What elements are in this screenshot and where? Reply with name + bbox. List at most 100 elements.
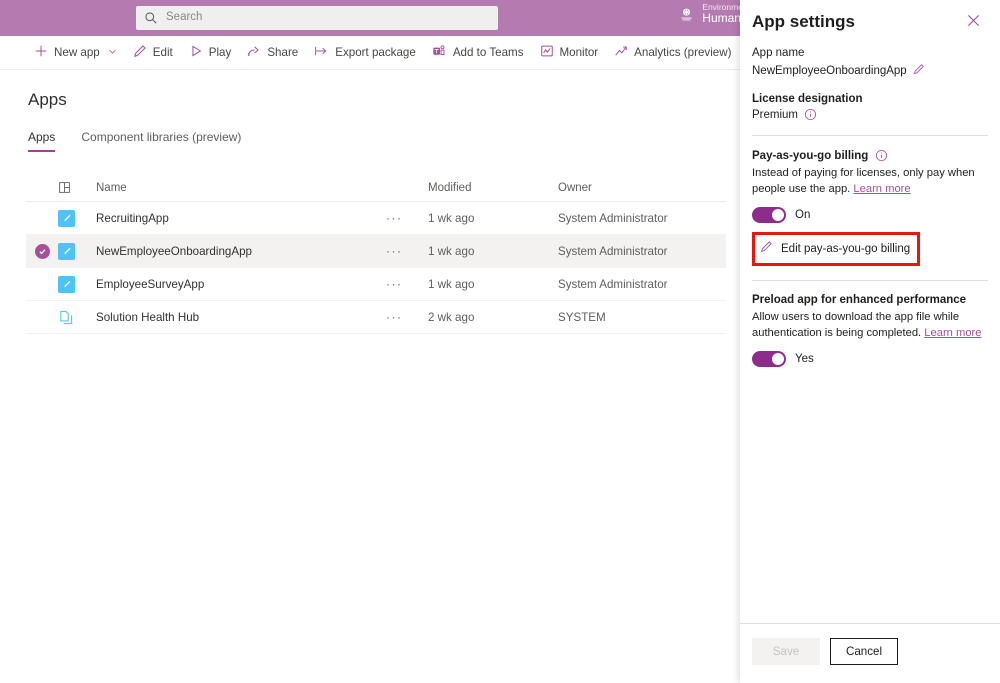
divider: [752, 280, 988, 281]
chevron-down-icon: [108, 46, 117, 59]
search-box[interactable]: Search: [136, 6, 498, 30]
row-owner: SYSTEM: [558, 311, 718, 324]
table-row[interactable]: RecruitingApp ··· 1 wk ago System Admini…: [26, 202, 726, 235]
row-app-name[interactable]: NewEmployeeOnboardingApp: [96, 245, 386, 258]
new-app-button[interactable]: New app: [26, 38, 125, 68]
row-owner: System Administrator: [558, 278, 718, 291]
checkmark-icon: [35, 244, 50, 259]
close-button[interactable]: [962, 12, 984, 34]
license-designation-text: License designation: [752, 93, 863, 105]
info-icon[interactable]: [804, 108, 817, 121]
license-value: Premium: [752, 109, 798, 121]
row-app-icon-cell: [58, 210, 96, 227]
plus-icon: [34, 44, 48, 61]
row-app-icon-cell: [58, 309, 96, 326]
search-icon: [144, 11, 158, 25]
preload-toggle[interactable]: [752, 351, 786, 367]
monitor-button[interactable]: Monitor: [532, 38, 607, 68]
row-more-options-button[interactable]: ···: [386, 310, 428, 324]
row-modified: 1 wk ago: [428, 278, 558, 291]
share-button[interactable]: Share: [239, 38, 306, 68]
row-app-name[interactable]: RecruitingApp: [96, 212, 386, 225]
row-owner: System Administrator: [558, 212, 718, 225]
table-header-row: Name Modified Owner: [26, 174, 726, 202]
license-designation-label: License designation: [752, 93, 988, 105]
table-row[interactable]: NewEmployeeOnboardingApp ··· 1 wk ago Sy…: [26, 235, 726, 268]
environment-icon: [678, 6, 695, 23]
row-more-options-button[interactable]: ···: [386, 211, 428, 225]
share-label: Share: [267, 46, 298, 59]
row-app-name[interactable]: Solution Health Hub: [96, 311, 386, 324]
payg-learn-more-link[interactable]: Learn more: [853, 183, 910, 195]
close-icon: [967, 14, 980, 32]
payg-heading-text: Pay-as-you-go billing: [752, 150, 868, 162]
table-row[interactable]: Solution Health Hub ··· 2 wk ago SYSTEM: [26, 301, 726, 334]
monitor-label: Monitor: [560, 46, 599, 59]
tab-component-libraries[interactable]: Component libraries (preview): [81, 130, 241, 159]
app-name-label: App name: [752, 47, 988, 59]
panel-body: App name NewEmployeeOnboardingApp Licens…: [740, 34, 1000, 367]
edit-label: Edit: [153, 46, 173, 59]
new-app-label: New app: [54, 46, 100, 59]
row-owner: System Administrator: [558, 245, 718, 258]
column-header-icon[interactable]: [58, 181, 96, 194]
canvas-app-icon: [58, 210, 75, 227]
payg-toggle-label: On: [795, 209, 810, 221]
row-app-name[interactable]: EmployeeSurveyApp: [96, 278, 386, 291]
preload-heading-text: Preload app for enhanced performance: [752, 294, 966, 306]
row-more-options-button[interactable]: ···: [386, 277, 428, 291]
apps-table: Name Modified Owner RecruitingApp ··· 1 …: [26, 174, 726, 334]
export-package-label: Export package: [335, 46, 416, 59]
preload-toggle-row: Yes: [752, 351, 988, 367]
payg-toggle[interactable]: [752, 207, 786, 223]
play-button[interactable]: Play: [181, 38, 240, 68]
tab-apps[interactable]: Apps: [28, 130, 55, 159]
play-icon: [189, 44, 203, 61]
payg-toggle-row: On: [752, 207, 988, 223]
pencil-icon: [760, 240, 773, 258]
pencil-icon: [133, 44, 147, 61]
license-value-row: Premium: [752, 108, 988, 121]
monitor-icon: [540, 44, 554, 61]
app-settings-panel: App settings App name NewEmployeeOnboard…: [740, 0, 1000, 683]
column-header-modified[interactable]: Modified: [428, 182, 558, 194]
main-content: Apps Apps Component libraries (preview) …: [0, 70, 740, 683]
edit-button[interactable]: Edit: [125, 38, 181, 68]
app-name-row: NewEmployeeOnboardingApp: [752, 62, 988, 80]
page-title: Apps: [28, 90, 67, 110]
payg-description: Instead of paying for licenses, only pay…: [752, 166, 988, 198]
row-select-cell[interactable]: [26, 244, 58, 259]
panel-footer: Save Cancel: [740, 623, 1000, 683]
toggle-knob: [772, 353, 784, 365]
preload-heading: Preload app for enhanced performance: [752, 294, 988, 306]
canvas-app-icon: [58, 243, 75, 260]
app-name-value: NewEmployeeOnboardingApp: [752, 65, 907, 77]
row-app-icon-cell: [58, 243, 96, 260]
analytics-icon: [614, 44, 628, 61]
cancel-button[interactable]: Cancel: [830, 638, 898, 665]
edit-pay-as-you-go-billing-button[interactable]: Edit pay-as-you-go billing: [752, 232, 920, 266]
preload-learn-more-link[interactable]: Learn more: [924, 327, 981, 339]
tab-component-libraries-label: Component libraries (preview): [81, 130, 241, 144]
row-more-options-button[interactable]: ···: [386, 244, 428, 258]
edit-pay-as-you-go-billing-label: Edit pay-as-you-go billing: [781, 243, 910, 255]
row-modified: 2 wk ago: [428, 311, 558, 324]
toggle-knob: [772, 209, 784, 221]
row-app-icon-cell: [58, 276, 96, 293]
analytics-button[interactable]: Analytics (preview): [606, 38, 739, 68]
canvas-app-icon: [58, 276, 75, 293]
payg-heading: Pay-as-you-go billing: [752, 149, 988, 162]
pencil-icon[interactable]: [913, 62, 925, 80]
export-package-button[interactable]: Export package: [306, 38, 424, 68]
add-to-teams-label: Add to Teams: [453, 46, 524, 59]
table-row[interactable]: EmployeeSurveyApp ··· 1 wk ago System Ad…: [26, 268, 726, 301]
column-header-owner[interactable]: Owner: [558, 182, 718, 194]
teams-icon: [432, 44, 447, 61]
column-header-name[interactable]: Name: [96, 182, 386, 194]
info-icon[interactable]: [875, 149, 888, 162]
save-button[interactable]: Save: [752, 638, 820, 665]
add-to-teams-button[interactable]: Add to Teams: [424, 38, 532, 68]
export-icon: [314, 44, 329, 61]
search-input-placeholder[interactable]: Search: [166, 12, 202, 24]
tab-list: Apps Component libraries (preview): [28, 130, 241, 159]
